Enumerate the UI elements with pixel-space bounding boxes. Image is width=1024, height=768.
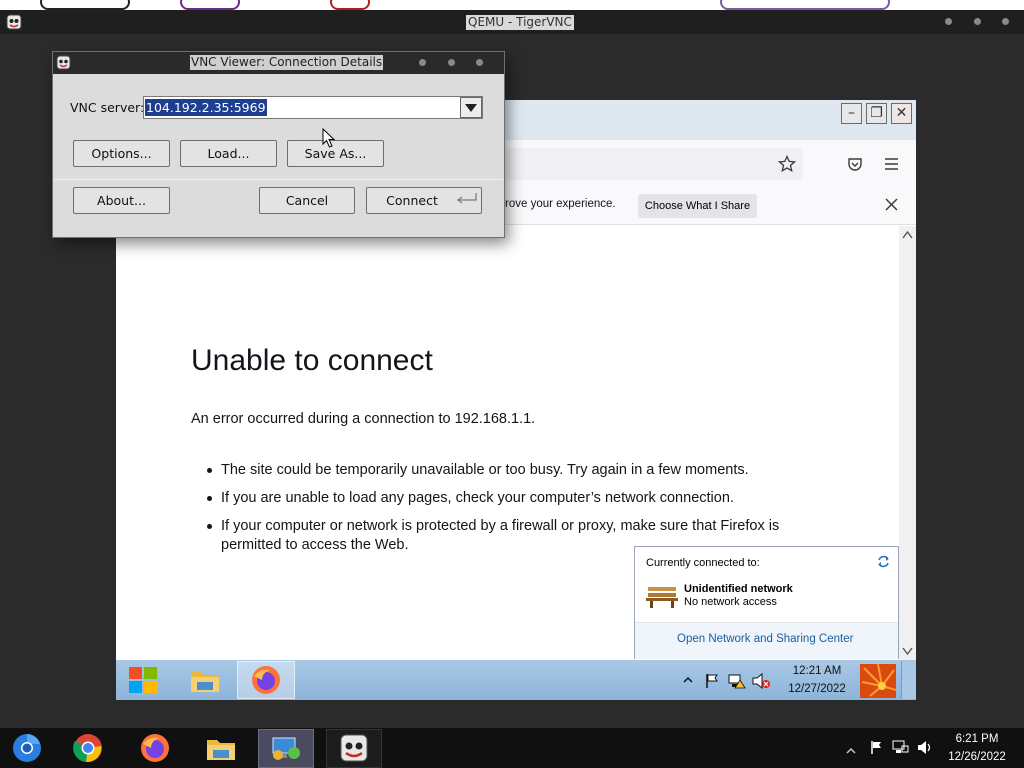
choose-what-i-share-button[interactable]: Choose What I Share [638,194,757,218]
host-network-icon[interactable] [892,740,909,755]
tigervnc-app-icon [6,14,22,30]
firefox-host-icon[interactable] [139,732,171,764]
options-button[interactable]: Options... [73,140,170,167]
network-warning-icon[interactable] [728,673,746,689]
open-network-sharing-center-link[interactable]: Open Network and Sharing Center [677,633,853,645]
action-center-flag-icon[interactable] [704,673,721,689]
user-avatar-flower-image [860,664,896,698]
about-button[interactable]: About... [73,187,170,214]
chrome-icon[interactable] [72,732,104,764]
load-button[interactable]: Load... [180,140,277,167]
page-scrollbar[interactable] [899,226,916,660]
maximize-icon[interactable] [974,18,981,25]
files-icon[interactable] [205,732,237,764]
pocket-icon[interactable] [847,156,863,172]
firefox-minimize-button[interactable]: – [841,103,862,124]
volume-muted-icon[interactable] [752,672,770,690]
bookmark-star-icon[interactable] [777,154,797,173]
server-history-dropdown-button[interactable] [460,97,482,118]
host-clock-time[interactable]: 6:21 PM [942,733,1012,745]
file-explorer-icon[interactable] [189,665,221,695]
menu-hamburger-icon[interactable] [884,157,899,171]
vnc-server-label: VNC server: [70,100,145,115]
refresh-icon[interactable] [876,554,891,569]
vnc-dialog-title: VNC Viewer: Connection Details [190,55,384,70]
url-bar[interactable] [505,148,803,180]
connect-return-icon [456,192,478,206]
park-bench-network-icon [645,583,679,609]
close-icon[interactable] [1002,18,1009,25]
dialog-close-icon[interactable] [476,59,483,66]
show-desktop-button[interactable] [901,661,916,699]
qemu-window-title: QEMU - TigerVNC [466,15,574,30]
list-item: If you are unable to load any pages, che… [207,489,817,508]
firefox-restore-button[interactable]: ❐ [866,103,887,124]
error-page-title: Unable to connect [191,344,433,377]
network-status: No network access [684,596,777,608]
host-clock-date[interactable]: 12/26/2022 [942,751,1012,763]
vnc-server-value[interactable]: 104.192.2.35:5969 [145,99,267,116]
minimize-icon[interactable] [945,18,952,25]
chromium-icon[interactable] [11,732,43,764]
host-tray-chevron-icon[interactable] [846,744,856,754]
guest-clock-time[interactable]: 12:21 AM [786,665,848,677]
notification-text: rove your experience. [505,198,616,210]
guest-clock-date[interactable]: 12/27/2022 [786,683,848,695]
tigervnc-dialog-icon [56,55,71,70]
windows-start-icon[interactable] [127,665,159,695]
dialog-minimize-icon[interactable] [419,59,426,66]
dialog-separator [54,179,503,180]
firefox-close-button[interactable]: ✕ [891,103,912,124]
notification-close-icon[interactable] [884,197,899,212]
list-item: The site could be temporarily unavailabl… [207,461,817,480]
remote-desktop-icon [270,732,302,764]
connected-to-heading: Currently connected to: [646,557,760,569]
mouse-cursor-icon [322,127,336,149]
firefox-icon [250,664,282,696]
host-volume-icon[interactable] [917,740,934,755]
dialog-maximize-icon[interactable] [448,59,455,66]
network-name: Unidentified network [684,583,793,595]
cancel-button[interactable]: Cancel [259,187,355,214]
host-desktop-background [0,0,1024,10]
show-hidden-icons-chevron-icon[interactable] [683,674,693,684]
tigervnc-taskbar-icon [338,732,370,764]
error-description: An error occurred during a connection to… [191,411,536,427]
host-flag-icon[interactable] [869,740,884,755]
